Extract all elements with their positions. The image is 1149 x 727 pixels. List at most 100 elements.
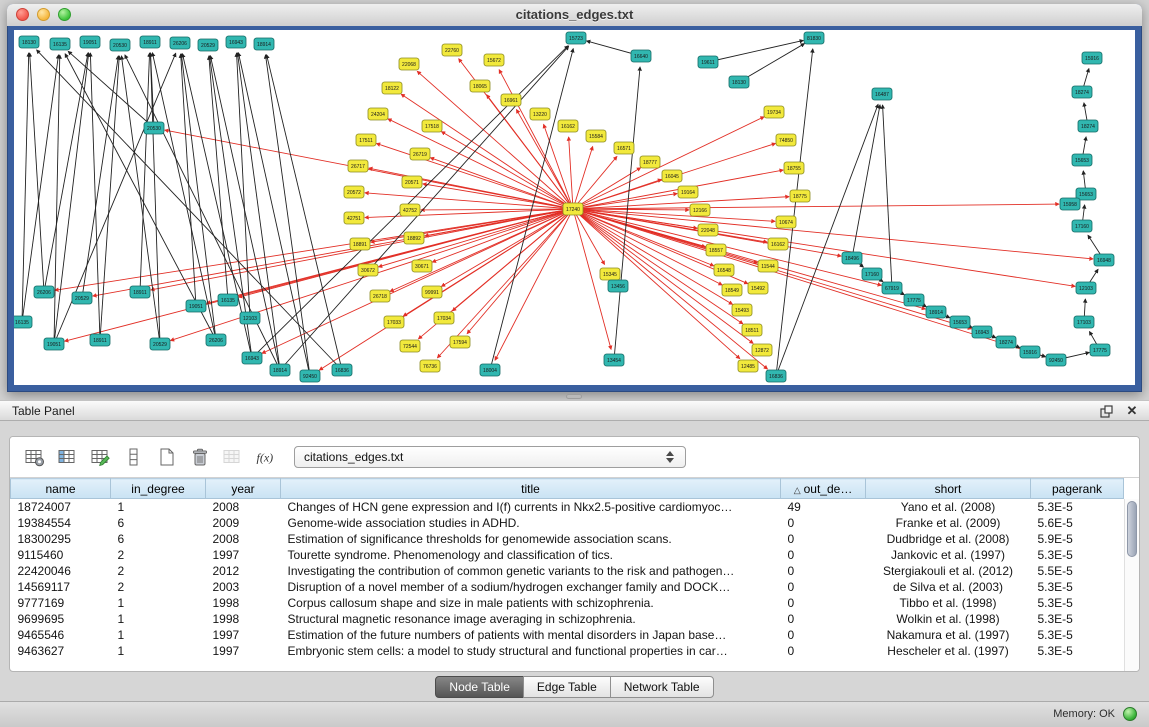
graph-node[interactable]: 17103: [1074, 316, 1094, 328]
graph-node[interactable]: 92450: [1046, 354, 1066, 366]
graph-node[interactable]: 26718: [370, 290, 390, 302]
select-columns-button[interactable]: [53, 444, 80, 470]
table-row[interactable]: 946362711997Embryonic stem cells: a mode…: [11, 643, 1124, 659]
column-header-in_degree[interactable]: in_degree: [111, 479, 206, 499]
graph-node[interactable]: 26206: [170, 37, 190, 49]
graph-node[interactable]: 17518: [422, 120, 442, 132]
graph-node[interactable]: 18274: [996, 336, 1016, 348]
table-row[interactable]: 2242004622012Investigating the contribut…: [11, 563, 1124, 579]
graph-node[interactable]: 22068: [399, 58, 419, 70]
graph-node[interactable]: 17594: [450, 336, 470, 348]
graph-node[interactable]: 16961: [501, 94, 521, 106]
column-header-title[interactable]: title: [281, 479, 781, 499]
zoom-button[interactable]: [58, 8, 71, 21]
graph-node[interactable]: 15492: [748, 282, 768, 294]
graph-node[interactable]: 16162: [768, 238, 788, 250]
graph-node[interactable]: 13220: [530, 108, 550, 120]
graph-node[interactable]: 22048: [698, 224, 718, 236]
graph-node[interactable]: 18911: [140, 36, 160, 48]
graph-node[interactable]: 18065: [470, 80, 490, 92]
graph-node[interactable]: 17160: [1072, 220, 1092, 232]
graph-node[interactable]: 11544: [758, 260, 778, 272]
graph-node[interactable]: 13456: [608, 280, 628, 292]
graph-node[interactable]: 15916: [1020, 346, 1040, 358]
graph-node[interactable]: 18914: [926, 306, 946, 318]
table-row[interactable]: 977716911998Corpus callosum shape and si…: [11, 595, 1124, 611]
edit-table-button[interactable]: [86, 444, 113, 470]
graph-node[interactable]: 16943: [972, 326, 992, 338]
graph-node[interactable]: 12166: [690, 204, 710, 216]
table-row[interactable]: 1872400712008Changes of HCN gene express…: [11, 499, 1124, 515]
graph-node[interactable]: 12103: [240, 312, 260, 324]
graph-node[interactable]: 16836: [332, 364, 352, 376]
graph-node[interactable]: 17775: [1090, 344, 1110, 356]
graph-node[interactable]: 15653: [1072, 154, 1092, 166]
graph-node[interactable]: 20530: [110, 39, 130, 51]
graph-node[interactable]: 15584: [586, 130, 606, 142]
graph-node[interactable]: 13454: [604, 354, 624, 366]
close-button[interactable]: [16, 8, 29, 21]
table-row[interactable]: 911546021997Tourette syndrome. Phenomeno…: [11, 547, 1124, 563]
graph-node[interactable]: 20571: [402, 176, 422, 188]
function-builder-button[interactable]: f(x): [251, 444, 278, 470]
graph-node[interactable]: 20529: [72, 292, 92, 304]
graph-node[interactable]: 18274: [1078, 120, 1098, 132]
graph-node[interactable]: 26206: [206, 334, 226, 346]
graph-node[interactable]: 99991: [422, 286, 442, 298]
graph-node[interactable]: 26717: [348, 160, 368, 172]
column-header-year[interactable]: year: [206, 479, 281, 499]
table-row[interactable]: 1456911722003Disruption of a novel membe…: [11, 579, 1124, 595]
minimize-button[interactable]: [37, 8, 50, 21]
graph-node[interactable]: 15723: [566, 32, 586, 44]
column-header-name[interactable]: name: [11, 479, 111, 499]
graph-node[interactable]: 18496: [842, 252, 862, 264]
graph-node[interactable]: 30671: [412, 260, 432, 272]
graph-node[interactable]: 19051: [80, 36, 100, 48]
graph-node[interactable]: 18557: [706, 244, 726, 256]
graph-node[interactable]: 26206: [34, 286, 54, 298]
panel-splitter-handle[interactable]: [566, 394, 582, 399]
graph-node[interactable]: 20529: [198, 39, 218, 51]
graph-node[interactable]: 18911: [130, 286, 150, 298]
graph-node[interactable]: 16640: [631, 50, 651, 62]
graph-node[interactable]: 16943: [226, 36, 246, 48]
table-selector-dropdown[interactable]: citations_edges.txt: [294, 446, 686, 468]
column-header-short[interactable]: short: [866, 479, 1031, 499]
graph-node[interactable]: 18891: [350, 238, 370, 250]
graph-node[interactable]: 16135: [218, 294, 238, 306]
graph-node[interactable]: 19164: [678, 186, 698, 198]
graph-node[interactable]: 18755: [784, 162, 804, 174]
graph-node[interactable]: 18914: [270, 364, 290, 376]
graph-node[interactable]: 16548: [714, 264, 734, 276]
graph-node[interactable]: 92450: [300, 370, 320, 382]
graph-node[interactable]: 17033: [384, 316, 404, 328]
graph-node[interactable]: 16045: [662, 170, 682, 182]
graph-node[interactable]: 17034: [434, 312, 454, 324]
graph-node[interactable]: 15493: [732, 304, 752, 316]
table-row[interactable]: 1830029562008Estimation of significance …: [11, 531, 1124, 547]
graph-node[interactable]: 18122: [382, 82, 402, 94]
graph-node[interactable]: 67919: [882, 282, 902, 294]
table-settings-button[interactable]: [20, 444, 47, 470]
table-scrollbar[interactable]: [1124, 499, 1139, 672]
graph-node[interactable]: 18549: [722, 284, 742, 296]
delete-table-button[interactable]: [185, 444, 212, 470]
graph-node[interactable]: 76736: [420, 360, 440, 372]
graph-node[interactable]: 18004: [480, 364, 500, 376]
graph-node[interactable]: 17775: [904, 294, 924, 306]
tab-network-table[interactable]: Network Table: [610, 676, 714, 698]
graph-node[interactable]: 18511: [742, 324, 762, 336]
graph-node[interactable]: 74850: [776, 134, 796, 146]
graph-node[interactable]: 42751: [344, 212, 364, 224]
scrollbar-thumb[interactable]: [1127, 501, 1137, 557]
graph-node[interactable]: 42752: [400, 204, 420, 216]
graph-node[interactable]: 16836: [766, 370, 786, 382]
graph-node[interactable]: 18911: [90, 334, 110, 346]
close-panel-icon[interactable]: ✕: [1125, 404, 1139, 418]
tab-edge-table[interactable]: Edge Table: [523, 676, 611, 698]
graph-node[interactable]: 12872: [752, 344, 772, 356]
graph-node[interactable]: 16943: [242, 352, 262, 364]
graph-node[interactable]: 20529: [150, 338, 170, 350]
graph-node[interactable]: 26719: [410, 148, 430, 160]
graph-node[interactable]: 22760: [442, 44, 462, 56]
